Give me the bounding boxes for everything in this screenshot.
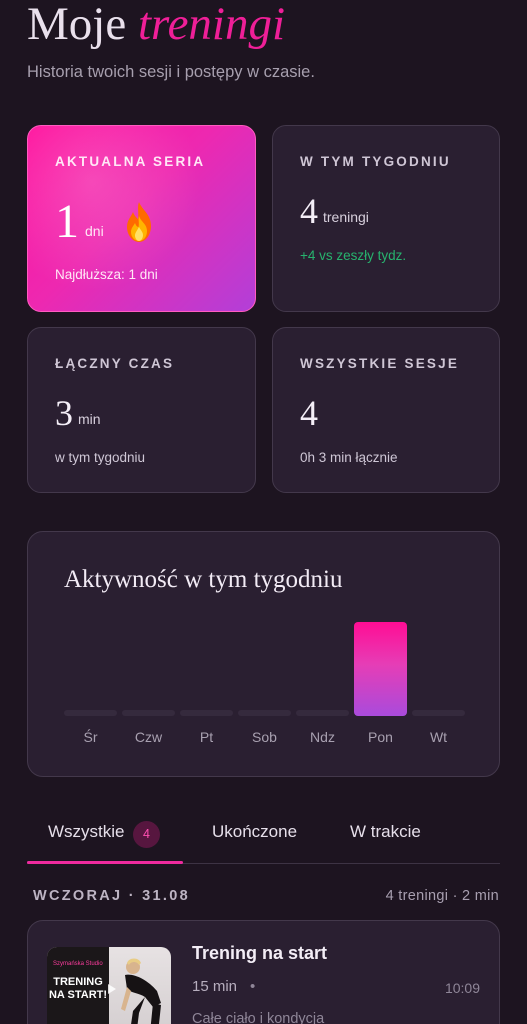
activity-bars <box>64 612 465 716</box>
bar <box>64 710 117 716</box>
bar <box>412 710 465 716</box>
tab-all[interactable]: Wszystkie <box>48 822 125 842</box>
total-time-value: 3 <box>55 393 73 433</box>
flame-icon <box>127 202 151 242</box>
all-sessions-sub: 0h 3 min łącznie <box>300 450 398 465</box>
session-card[interactable]: Szymańska Studio TRENING NA START! Treni… <box>27 920 500 1024</box>
thumbnail-brand: Szymańska Studio <box>53 961 103 967</box>
all-sessions-label: WSZYSTKIE SESJE <box>300 356 460 371</box>
streak-unit: dni <box>85 223 104 239</box>
tab-active-indicator <box>27 861 183 864</box>
total-time-sub: w tym tygodniu <box>55 450 146 465</box>
bar <box>180 710 233 716</box>
bar-slot <box>412 612 465 716</box>
bar-day-label: Wt <box>429 729 448 745</box>
session-description: Całe ciało i kondycja <box>192 1011 325 1024</box>
tab-in-progress[interactable]: W trakcie <box>350 822 421 842</box>
bar-slot <box>64 612 117 716</box>
bar-slot <box>354 612 407 716</box>
week-value: 4 <box>300 191 318 231</box>
streak-label: AKTUALNA SERIA <box>55 154 206 169</box>
history-day-summary: 4 treningi · 2 min <box>385 888 499 904</box>
bar-slot <box>296 612 349 716</box>
session-time: 10:09 <box>444 980 480 996</box>
bar-day-label: Czw <box>134 729 163 745</box>
total-time-card[interactable]: ŁĄCZNY CZAS 3 min w tym tygodniu <box>27 327 256 493</box>
total-time-label: ŁĄCZNY CZAS <box>55 356 175 371</box>
session-thumbnail: Szymańska Studio TRENING NA START! <box>47 947 171 1024</box>
activity-title: Aktywność w tym tygodniu <box>64 566 343 593</box>
bar <box>296 710 349 716</box>
bar <box>238 710 291 716</box>
history-day-label: WCZORAJ · 31.08 <box>33 888 190 904</box>
page: Moje treningi Historia twoich sesji i po… <box>0 0 527 1024</box>
bar-slot <box>238 612 291 716</box>
page-title-accent: treningi <box>137 0 286 50</box>
bar-day-label: Pt <box>199 729 214 745</box>
bar-day-label: Sob <box>252 729 277 745</box>
week-delta: +4 vs zeszły tydz. <box>300 248 407 263</box>
bar-slot <box>180 612 233 716</box>
bar <box>122 710 175 716</box>
page-subtitle: Historia twoich sesji i postępy w czasie… <box>27 63 315 81</box>
all-sessions-value: 4 <box>300 393 318 433</box>
week-unit: treningi <box>323 209 369 225</box>
bar-slot <box>122 612 175 716</box>
tab-all-count-badge: 4 <box>133 821 160 848</box>
bar <box>354 622 407 716</box>
page-title-plain: Moje <box>27 0 127 50</box>
bar-day-label: Pon <box>368 729 393 745</box>
session-title: Trening na start <box>192 943 328 963</box>
page-title: Moje treningi <box>27 0 285 52</box>
week-card[interactable]: W TYM TYGODNIU 4 treningi +4 vs zeszły t… <box>272 125 500 312</box>
session-duration: 15 min <box>192 978 238 995</box>
bar-day-label: Ndz <box>310 729 335 745</box>
bar-day-label: Śr <box>83 729 98 745</box>
streak-value: 1 <box>55 195 79 248</box>
tab-all-label: Wszystkie <box>48 822 125 841</box>
activity-card: Aktywność w tym tygodniu Śr Czw Pt Sob Ndz Po… <box>27 531 500 777</box>
total-time-unit: min <box>78 411 101 427</box>
athlete-figure-icon <box>121 958 161 1024</box>
streak-longest: Najdłuższa: 1 dni <box>55 267 158 282</box>
week-label: W TYM TYGODNIU <box>300 154 451 169</box>
streak-card[interactable]: AKTUALNA SERIA 1 dni Najdłuższa: 1 dni <box>27 125 256 312</box>
history-tabs: Wszystkie 4 Ukończone W trakcie <box>27 815 500 864</box>
tab-completed[interactable]: Ukończone <box>212 822 297 842</box>
thumbnail-caption: TRENING NA START! <box>48 976 108 1001</box>
session-separator: • <box>250 978 256 995</box>
all-sessions-card[interactable]: WSZYSTKIE SESJE 4 0h 3 min łącznie <box>272 327 500 493</box>
